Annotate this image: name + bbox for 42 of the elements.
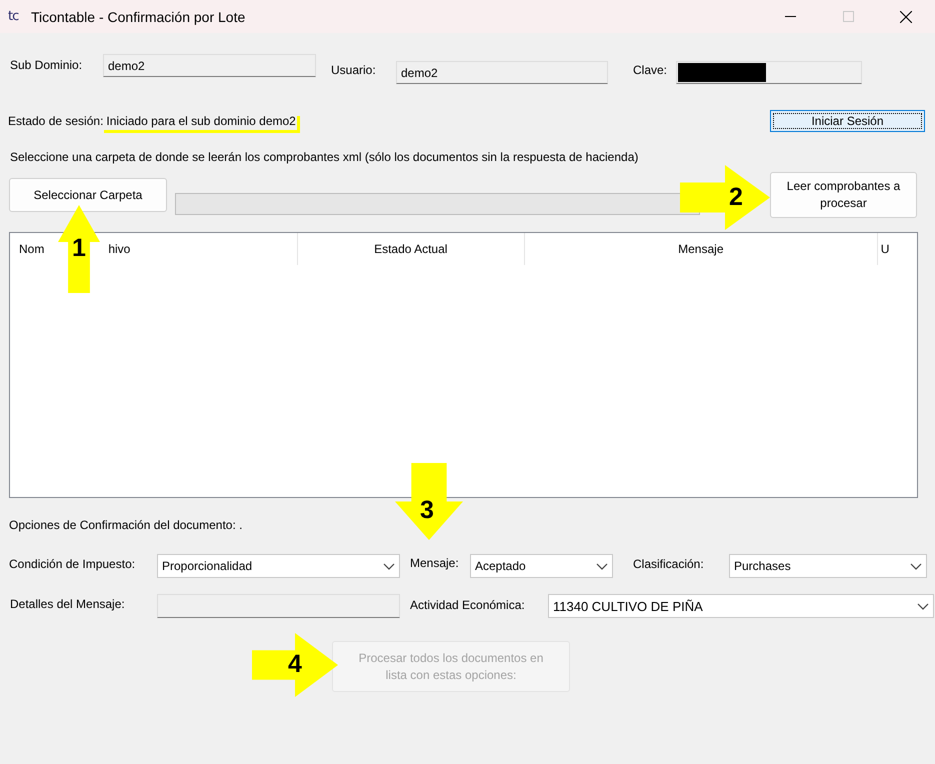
text-field[interactable]: demo2 <box>396 61 608 84</box>
instruction-text: Seleccione una carpeta de donde se leerán los comprobantes xml (sólo los documentos sin la respuesta de hacienda) <box>9 150 640 166</box>
text-field[interactable]: demo2 <box>103 54 316 77</box>
header-text: hivo <box>108 242 130 256</box>
field-label: Clasificación: <box>633 556 705 573</box>
login-button[interactable]: Iniciar Sesión <box>770 110 925 132</box>
dropdown-chevron-icon <box>383 562 395 570</box>
step-number: 2 <box>729 185 743 210</box>
field-label: Clave: <box>633 63 668 79</box>
dropdown-chevron-icon <box>917 602 929 610</box>
dropdown-chevron-icon <box>596 562 608 570</box>
column-header[interactable]: U <box>878 233 917 265</box>
step-number: 3 <box>420 498 434 523</box>
session-status: Iniciado para el sub dominio demo2 <box>106 114 300 128</box>
close-icon[interactable] <box>900 10 912 22</box>
app-logo: tc <box>8 9 20 24</box>
minimize-icon[interactable] <box>784 16 796 17</box>
session-label: Estado de sesión: <box>8 114 104 128</box>
header-text: Mensaje <box>678 242 724 256</box>
step-number: 4 <box>288 652 302 677</box>
options-title: Opciones de Confirmación del documento: . <box>9 518 242 534</box>
field-label: Sub Dominio: <box>10 57 84 74</box>
field-label: Usuario: <box>331 63 377 79</box>
read-documents-button[interactable]: Leer comprobantes a procesar <box>770 172 917 218</box>
header-text: Nom <box>19 242 44 256</box>
field-label: Mensaje: <box>410 555 460 572</box>
step-number: 1 <box>72 236 86 261</box>
dropdown-chevron-icon <box>910 562 922 570</box>
header-text: U <box>880 242 890 256</box>
header-text: Estado Actual <box>374 242 448 256</box>
dropdown[interactable]: Aceptado <box>470 554 613 578</box>
field-label: Actividad Económica: <box>410 597 526 614</box>
dropdown[interactable]: Proporcionalidad <box>157 554 400 578</box>
dropdown[interactable]: 11340 CULTIVO DE PIÑA <box>548 594 934 618</box>
field-label: Detalles del Mensaje: <box>10 596 126 613</box>
dropdown[interactable]: Purchases <box>729 554 927 578</box>
window-title: Ticontable - Confirmación por Lote <box>31 8 246 24</box>
column-header[interactable]: Mensaje <box>524 233 878 265</box>
text-field[interactable] <box>676 61 862 84</box>
column-header[interactable]: Estado Actual <box>298 233 525 265</box>
select-folder-button[interactable]: Seleccionar Carpeta <box>9 178 167 212</box>
field-label: Condición de Impuesto: <box>9 556 136 573</box>
